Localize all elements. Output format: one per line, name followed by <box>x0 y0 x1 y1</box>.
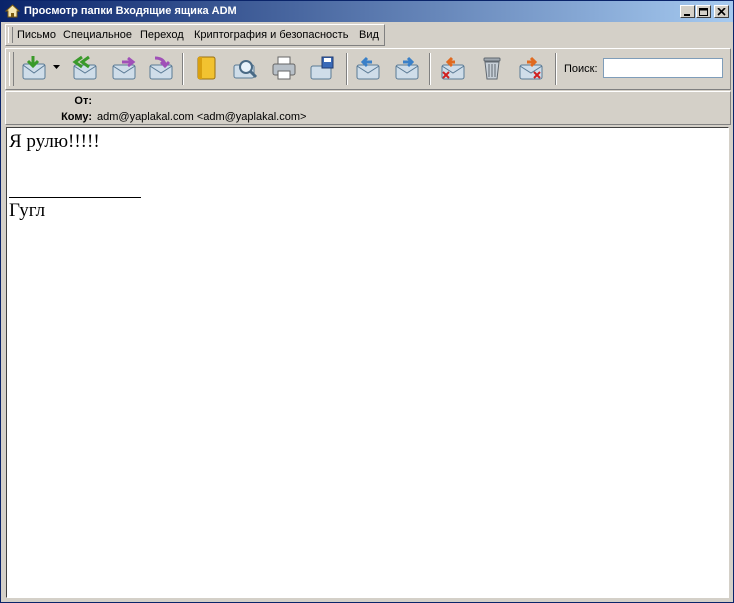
signature-separator <box>9 197 141 198</box>
receive-mail-icon <box>22 56 46 80</box>
save-button[interactable] <box>306 52 338 84</box>
toolbar-separator <box>429 53 431 85</box>
forward-icon <box>112 56 136 80</box>
to-value[interactable]: adm@yaplakal.com <adm@yaplakal.com> <box>97 111 306 123</box>
redirect-icon <box>149 56 173 80</box>
menu-item-message[interactable]: Письмо <box>17 29 56 41</box>
close-icon <box>717 8 726 16</box>
toolbar-separator <box>182 53 184 85</box>
close-button[interactable] <box>714 5 729 18</box>
receive-mail-button[interactable] <box>17 52 49 84</box>
delete-message-icon <box>441 56 465 80</box>
reply-all-icon <box>72 55 97 80</box>
menu-item-view[interactable]: Вид <box>359 29 379 41</box>
toolbar: Поиск: <box>5 48 731 90</box>
previous-message-icon <box>356 56 380 80</box>
message-body[interactable]: Я рулю!!!!! Гугл <box>6 127 729 598</box>
redirect-button[interactable] <box>145 52 177 84</box>
print-icon <box>272 56 296 80</box>
menu-bar: Письмо Специальное Переход Криптография … <box>5 24 385 46</box>
title-bar[interactable]: Просмотр папки Входящие ящика ADM <box>1 1 733 22</box>
message-headers: От: Кому: adm@yaplakal.com <adm@yaplakal… <box>5 91 731 125</box>
menu-grip[interactable] <box>8 27 13 43</box>
next-message-button[interactable] <box>391 52 423 84</box>
toolbar-separator <box>555 53 557 85</box>
find-icon <box>233 60 258 79</box>
from-label: От: <box>74 95 92 107</box>
menu-item-crypto[interactable]: Криптография и безопасность <box>194 29 348 41</box>
trash-button[interactable] <box>476 52 508 84</box>
toolbar-grip[interactable] <box>9 52 14 86</box>
window-title: Просмотр папки Входящие ящика ADM <box>24 5 237 17</box>
delete-move-button[interactable] <box>515 52 547 84</box>
mail-viewer-window: Просмотр папки Входящие ящика ADM Письмо… <box>0 0 734 603</box>
maximize-icon <box>699 8 708 16</box>
trash-icon <box>483 57 501 80</box>
minimize-button[interactable] <box>680 5 695 18</box>
address-book-button[interactable] <box>190 52 222 84</box>
minimize-icon <box>684 14 690 16</box>
signature-text: Гугл <box>9 200 46 221</box>
search-label: Поиск: <box>564 63 598 75</box>
to-label: Кому: <box>61 111 92 123</box>
toolbar-separator <box>346 53 348 85</box>
app-home-icon <box>4 4 21 18</box>
menu-item-go[interactable]: Переход <box>140 29 184 41</box>
delete-move-icon <box>519 56 543 80</box>
dropdown-arrow-icon[interactable] <box>53 65 60 70</box>
previous-message-button[interactable] <box>352 52 384 84</box>
print-button[interactable] <box>268 52 300 84</box>
message-text: Я рулю!!!!! <box>9 131 100 152</box>
delete-message-button[interactable] <box>437 52 469 84</box>
save-icon <box>310 56 334 80</box>
find-button[interactable] <box>229 52 261 84</box>
maximize-button[interactable] <box>696 5 711 18</box>
forward-button[interactable] <box>108 52 140 84</box>
search-input[interactable] <box>603 58 723 78</box>
reply-all-button[interactable] <box>68 52 100 84</box>
address-book-icon <box>197 56 216 80</box>
next-message-icon <box>395 56 419 80</box>
menu-item-special[interactable]: Специальное <box>63 29 132 41</box>
